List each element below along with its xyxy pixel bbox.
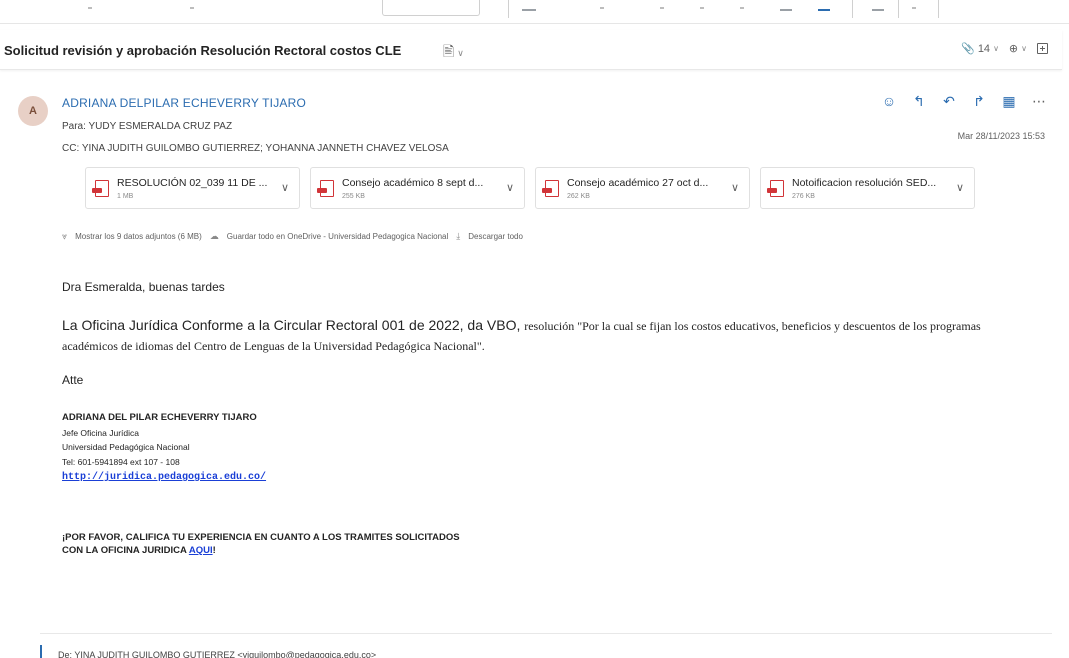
email-subject: Solicitud revisión y aprobación Resoluci… bbox=[4, 43, 402, 58]
attachment-name: RESOLUCIÓN 02_039 11 DE ... bbox=[117, 177, 267, 189]
toolbar-dash bbox=[818, 9, 830, 11]
attachment-size: 255 KB bbox=[342, 193, 365, 200]
attachment-size: 1 MB bbox=[117, 193, 134, 200]
pdf-file-icon bbox=[317, 180, 334, 197]
message-date: Mar 28/11/2023 15:53 bbox=[957, 131, 1045, 141]
zoom-icon: ⊕ bbox=[1008, 43, 1019, 55]
toolbar-tick bbox=[660, 7, 664, 9]
attachment-links: ⩔ Mostrar los 9 datos adjuntos (6 MB) ☁ … bbox=[62, 231, 523, 242]
chevron-down-icon[interactable]: ∨ bbox=[281, 181, 289, 194]
attachment-card[interactable]: Consejo académico 8 sept d... 255 KB ∨ bbox=[310, 167, 525, 209]
cloud-icon: ☁ bbox=[209, 231, 219, 241]
body-paragraph: La Oficina Jurídica Conforme a la Circul… bbox=[62, 316, 1037, 356]
forward-button[interactable]: ↱ bbox=[971, 93, 987, 110]
cta-prefix: CON LA OFICINA JURIDICA bbox=[62, 545, 189, 556]
chevron-down-icon: ∨ bbox=[457, 48, 464, 58]
emoji-reaction-button[interactable]: ☺ bbox=[881, 93, 897, 110]
signature-block: ADRIANA DEL PILAR ECHEVERRY TIJARO Jefe … bbox=[62, 411, 266, 486]
toolbar-tick bbox=[912, 7, 916, 9]
tag-icon: 🖹 bbox=[443, 43, 455, 59]
zoom-button[interactable]: ⊕ ∨ bbox=[1009, 42, 1027, 55]
toolbar-tick bbox=[740, 7, 744, 9]
toolbar-separator bbox=[898, 0, 899, 18]
sender-avatar[interactable]: A bbox=[18, 96, 48, 126]
toolbar-tick bbox=[600, 7, 604, 9]
toolbar-tick bbox=[190, 7, 194, 9]
attachment-size: 262 KB bbox=[567, 193, 590, 200]
attachment-card[interactable]: Notoificacion resolución SED... 276 KB ∨ bbox=[760, 167, 975, 209]
toolbar-field[interactable] bbox=[382, 0, 480, 16]
attachment-card[interactable]: RESOLUCIÓN 02_039 11 DE ... 1 MB ∨ bbox=[85, 167, 300, 209]
pdf-file-icon bbox=[542, 180, 559, 197]
attachment-name: Consejo académico 27 oct d... bbox=[567, 177, 709, 189]
attachment-count: 14 bbox=[977, 42, 991, 55]
pdf-file-icon bbox=[767, 180, 784, 197]
attachment-size: 276 KB bbox=[792, 193, 815, 200]
toolbar-separator bbox=[508, 0, 509, 18]
chevron-down-icon: ∨ bbox=[1021, 44, 1027, 53]
attachment-card[interactable]: Consejo académico 27 oct d... 262 KB ∨ bbox=[535, 167, 750, 209]
show-all-attachments-link[interactable]: Mostrar los 9 datos adjuntos (6 MB) bbox=[75, 232, 202, 241]
open-in-window-button[interactable] bbox=[1037, 43, 1048, 54]
subject-tools: 📎 14 ∨ ⊕ ∨ bbox=[961, 42, 1048, 55]
open-in-window-icon bbox=[1037, 43, 1048, 54]
quoted-message-bar bbox=[40, 645, 42, 658]
more-actions-button[interactable]: ⋯ bbox=[1031, 93, 1047, 110]
signature-name: ADRIANA DEL PILAR ECHEVERRY TIJARO bbox=[62, 412, 257, 423]
cta-line-1: ¡POR FAVOR, CALIFICA TU EXPERIENCIA EN C… bbox=[62, 532, 460, 543]
message-actions: ☺ ↰ ↶ ↱ ▦ ⋯ bbox=[881, 93, 1047, 110]
toolbar-dash bbox=[522, 9, 536, 11]
thread-divider bbox=[40, 633, 1052, 634]
chevron-down-icon[interactable]: ∨ bbox=[731, 181, 739, 194]
survey-call-to-action: ¡POR FAVOR, CALIFICA TU EXPERIENCIA EN C… bbox=[62, 531, 460, 557]
body-closing: Atte bbox=[62, 373, 84, 387]
chevron-down-icon[interactable]: ∨ bbox=[956, 181, 964, 194]
save-to-onedrive-link[interactable]: Guardar todo en OneDrive - Universidad P… bbox=[227, 232, 448, 241]
cta-suffix: ! bbox=[212, 545, 216, 556]
reply-all-button[interactable]: ↶ bbox=[941, 93, 957, 110]
subject-bar: Solicitud revisión y aprobación Resoluci… bbox=[0, 30, 1062, 70]
pdf-file-icon bbox=[92, 180, 109, 197]
cc-recipients[interactable]: CC: YINA JUDITH GUILOMBO GUTIERREZ; YOHA… bbox=[62, 143, 449, 154]
attachment-list: RESOLUCIÓN 02_039 11 DE ... 1 MB ∨ Conse… bbox=[85, 167, 975, 209]
attachment-name: Consejo académico 8 sept d... bbox=[342, 177, 484, 189]
paperclip-icon: 📎 bbox=[961, 43, 975, 55]
download-all-link[interactable]: Descargar todo bbox=[468, 232, 523, 241]
chevron-double-down-icon: ⩔ bbox=[62, 231, 68, 241]
attachment-name: Notoificacion resolución SED... bbox=[792, 177, 937, 189]
top-toolbar bbox=[0, 0, 1069, 24]
to-recipients[interactable]: Para: YUDY ESMERALDA CRUZ PAZ bbox=[62, 121, 232, 132]
tag-menu-button[interactable]: 🖹 ∨ bbox=[443, 41, 464, 65]
toolbar-dash bbox=[872, 9, 884, 11]
cta-line-2: CON LA OFICINA JURIDICA AQUI! bbox=[62, 544, 460, 557]
toolbar-dash bbox=[780, 9, 792, 11]
sender-name[interactable]: ADRIANA DELPILAR ECHEVERRY TIJARO bbox=[62, 96, 306, 110]
toolbar-separator bbox=[938, 0, 939, 18]
toolbar-tick bbox=[700, 7, 704, 9]
attachments-filter-button[interactable]: 📎 14 ∨ bbox=[961, 42, 999, 56]
body-paragraph-lead: La Oficina Jurídica Conforme a la Circul… bbox=[62, 317, 521, 333]
quoted-message-header[interactable]: De: YINA JUDITH GUILOMBO GUTIERREZ <yjgu… bbox=[58, 650, 376, 658]
signature-role: Jefe Oficina Jurídica bbox=[62, 427, 140, 438]
download-icon: ⤓ bbox=[456, 231, 461, 241]
teams-share-button[interactable]: ▦ bbox=[1001, 93, 1017, 110]
body-greeting: Dra Esmeralda, buenas tardes bbox=[62, 280, 225, 294]
signature-link[interactable]: http://juridica.pedagogica.edu.co/ bbox=[62, 472, 266, 483]
toolbar-separator bbox=[852, 0, 853, 18]
chevron-down-icon[interactable]: ∨ bbox=[506, 181, 514, 194]
chevron-down-icon: ∨ bbox=[993, 44, 999, 53]
signature-org: Universidad Pedagógica Nacional bbox=[62, 442, 190, 452]
reply-button[interactable]: ↰ bbox=[911, 93, 927, 110]
signature-tel: Tel: 601-5941894 ext 107 - 108 bbox=[62, 456, 180, 467]
toolbar-tick bbox=[88, 7, 92, 9]
survey-link[interactable]: AQUI bbox=[189, 545, 213, 556]
